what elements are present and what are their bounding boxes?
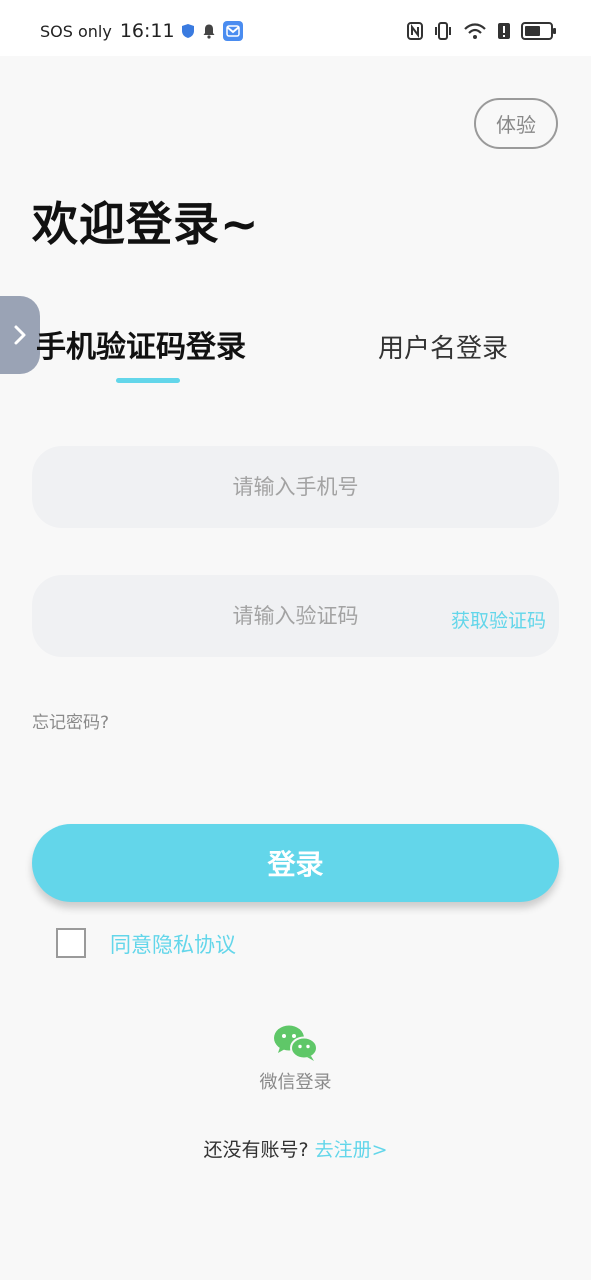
shield-icon — [181, 24, 194, 38]
side-drawer-handle[interactable] — [0, 296, 40, 374]
tab-phone-code-login[interactable]: 手机验证码登录 — [36, 322, 246, 366]
status-left: SOS only 16:11 — [40, 20, 243, 42]
phone-input[interactable] — [32, 446, 559, 528]
vibrate-icon — [435, 22, 451, 40]
login-button[interactable]: 登录 — [32, 824, 559, 902]
battery-icon — [521, 22, 556, 40]
clock: 16:11 — [119, 20, 175, 42]
wechat-login-label[interactable]: 微信登录 — [0, 1068, 591, 1094]
status-right — [407, 22, 556, 40]
carrier-text: SOS only — [40, 21, 112, 41]
wechat-icon[interactable] — [272, 1023, 320, 1063]
bell-icon — [203, 24, 215, 39]
status-bar: SOS only 16:11 — [0, 0, 591, 56]
agree-checkbox[interactable] — [56, 928, 86, 958]
welcome-title: 欢迎登录~ — [32, 197, 260, 251]
forgot-password-link[interactable]: 忘记密码? — [32, 708, 109, 733]
tab-username-login[interactable]: 用户名登录 — [378, 328, 508, 365]
privacy-agreement-link[interactable]: 同意隐私协议 — [110, 929, 236, 959]
register-prompt: 还没有账号? — [203, 1139, 309, 1161]
chevron-right-icon — [14, 325, 26, 345]
register-row: 还没有账号? 去注册> — [0, 1135, 591, 1162]
wifi-icon — [464, 23, 486, 39]
tab-active-indicator — [116, 378, 180, 383]
nfc-icon — [407, 22, 423, 40]
get-code-button[interactable]: 获取验证码 — [451, 606, 546, 633]
alert-icon — [498, 23, 510, 39]
battery-level — [525, 26, 541, 36]
app-notification-icon — [222, 21, 243, 41]
register-link[interactable]: 去注册> — [315, 1139, 388, 1161]
trial-button[interactable]: 体验 — [474, 98, 558, 149]
